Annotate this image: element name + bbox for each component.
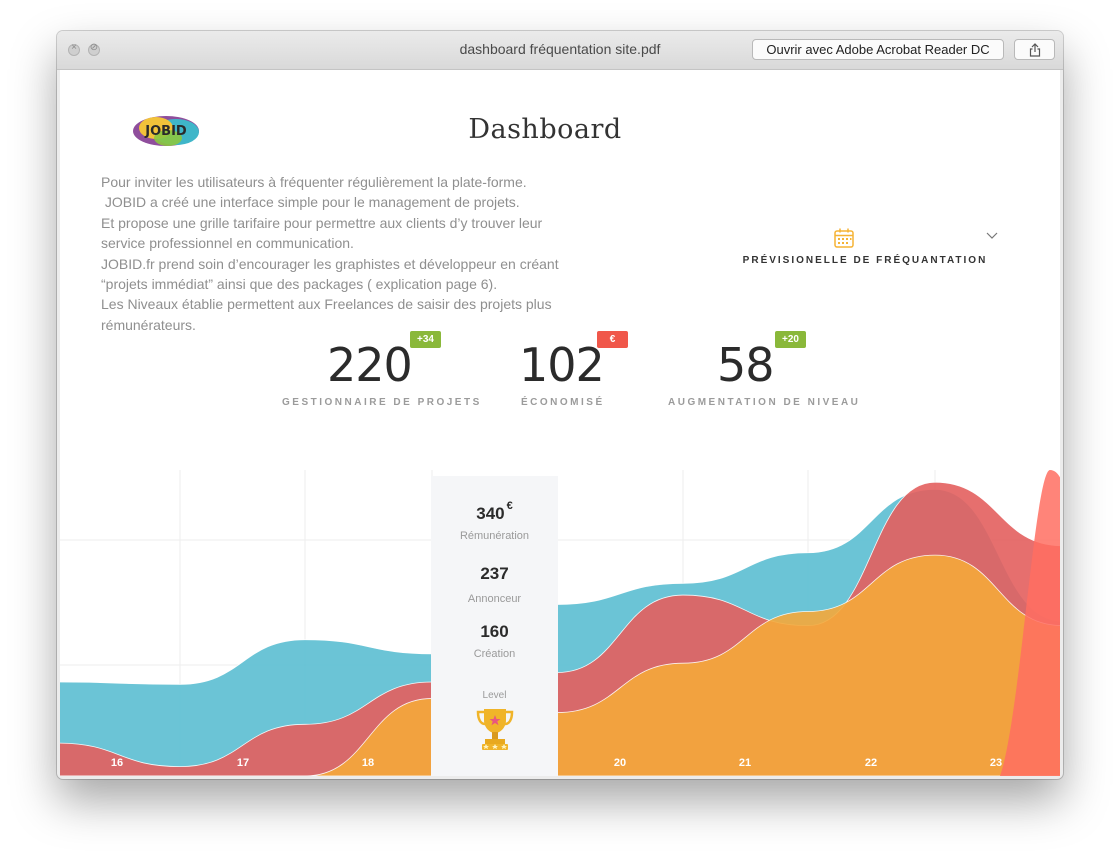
share-icon xyxy=(1029,43,1041,57)
intro-line: JOBID a créé une interface simple pour l… xyxy=(101,194,520,211)
stat-label: AUGMENTATION DE NIVEAU xyxy=(668,397,861,408)
trophy-icon xyxy=(476,709,514,750)
title-bar: × ⊘ dashboard fréquentation site.pdf Ouv… xyxy=(57,31,1063,70)
pdf-preview-window: × ⊘ dashboard fréquentation site.pdf Ouv… xyxy=(57,31,1063,779)
stat-label: ÉCONOMISÉ xyxy=(521,397,605,408)
logo-text: JOBID xyxy=(144,124,187,139)
remuneration-value: 340 € xyxy=(476,500,513,523)
intro-line: service professionnel en communication. xyxy=(101,235,354,252)
pdf-page: JOBID Dashboard Pour inviter les utilisa… xyxy=(60,70,1060,776)
stat-value: 58 xyxy=(717,338,775,392)
attendance-area-chart: 1617181920212223 xyxy=(60,470,1060,776)
euro-sign: € xyxy=(506,500,513,512)
creation-value: 160 xyxy=(480,622,509,641)
remuneration-label: Rémunération xyxy=(459,530,530,542)
jobid-logo: JOBID xyxy=(133,116,199,146)
stat-label: GESTIONNAIRE DE PROJETS xyxy=(282,397,482,408)
calendar-icon[interactable] xyxy=(833,227,855,249)
stat-value: 102 xyxy=(519,338,605,392)
intro-line: rémunérateurs. xyxy=(101,316,196,333)
open-with-acrobat-button[interactable]: Ouvrir avec Adobe Acrobat Reader DC xyxy=(752,39,1004,60)
creation-label: Création xyxy=(473,648,516,660)
intro-line: JOBID.fr prend soin d’encourager les gra… xyxy=(101,255,559,272)
chart-tooltip: 340 € Rémunération 237 Annonceur 160 Créa… xyxy=(431,476,558,776)
x-tick-label: 18 xyxy=(362,757,374,769)
x-tick-label: 16 xyxy=(111,757,123,769)
page-title: Dashboard xyxy=(468,114,622,145)
intro-line: Les Niveaux établie permettent aux Freel… xyxy=(101,296,552,313)
intro-line: Et propose une grille tarifaire pour per… xyxy=(101,214,543,231)
x-tick-label: 21 xyxy=(739,757,751,769)
chevron-down-icon[interactable] xyxy=(986,232,998,240)
x-tick-label: 20 xyxy=(614,757,626,769)
annonceur-value: 237 xyxy=(480,564,509,583)
stat-value: 220 xyxy=(327,338,413,392)
stat-badge: +20 xyxy=(775,331,806,348)
x-tick-label: 17 xyxy=(237,757,249,769)
level-label: Level xyxy=(482,690,507,701)
x-tick-label: 23 xyxy=(990,757,1002,769)
intro-line: “projets immédiat” ainsi que des package… xyxy=(101,276,498,293)
intro-text: Pour inviter les utilisateurs à fréquent… xyxy=(101,172,621,335)
annonceur-label: Annonceur xyxy=(467,593,522,605)
forecast-dropdown-label[interactable]: PRÉVISIONELLE DE FRÉQUANTATION xyxy=(720,255,1010,266)
stat-badge: € xyxy=(597,331,628,348)
intro-line: Pour inviter les utilisateurs à fréquent… xyxy=(101,174,527,190)
share-button[interactable] xyxy=(1014,39,1055,60)
x-tick-label: 22 xyxy=(865,757,877,769)
stat-badge: +34 xyxy=(410,331,441,348)
